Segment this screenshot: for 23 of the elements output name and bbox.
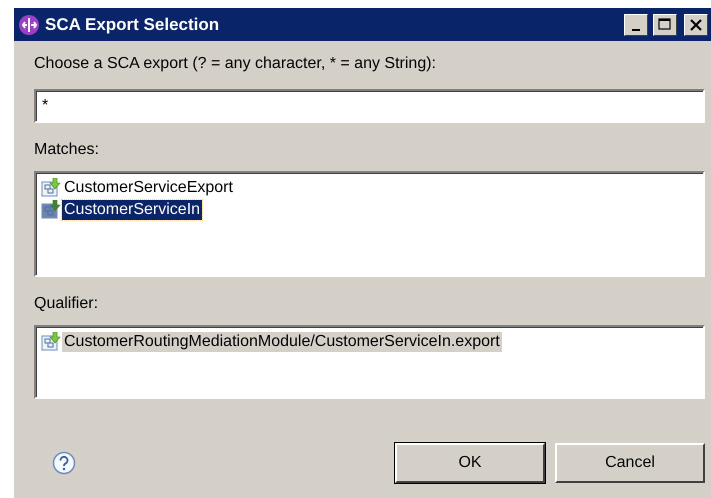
prompt-label: Choose a SCA export (? = any character, * = any String):: [34, 55, 437, 73]
matches-list[interactable]: CustomerServiceExport CustomerServiceIn: [34, 171, 705, 277]
maximize-icon: [658, 18, 672, 31]
ok-button[interactable]: OK: [395, 443, 545, 483]
window-title: SCA Export Selection: [45, 14, 220, 34]
list-item[interactable]: CustomerServiceIn: [62, 200, 202, 220]
export-icon: [41, 332, 61, 352]
qualifier-label: Qualifier:: [34, 295, 100, 313]
minimize-button[interactable]: [624, 14, 648, 36]
qualifier-list[interactable]: CustomerRoutingMediationModule/CustomerServiceIn.export: [34, 325, 705, 399]
close-button[interactable]: [684, 14, 708, 36]
minimize-icon: [632, 28, 640, 30]
filter-field[interactable]: *: [34, 89, 705, 123]
close-icon: [689, 18, 703, 30]
matches-label: Matches:: [34, 141, 100, 159]
app-icon: [18, 14, 40, 36]
cancel-button[interactable]: Cancel: [555, 443, 705, 483]
export-icon: [41, 200, 61, 220]
help-icon[interactable]: [52, 451, 76, 475]
list-item[interactable]: CustomerServiceExport: [62, 178, 235, 198]
maximize-button[interactable]: [653, 14, 677, 36]
list-item[interactable]: CustomerRoutingMediationModule/CustomerServiceIn.export: [62, 332, 502, 352]
export-icon: [41, 178, 61, 198]
